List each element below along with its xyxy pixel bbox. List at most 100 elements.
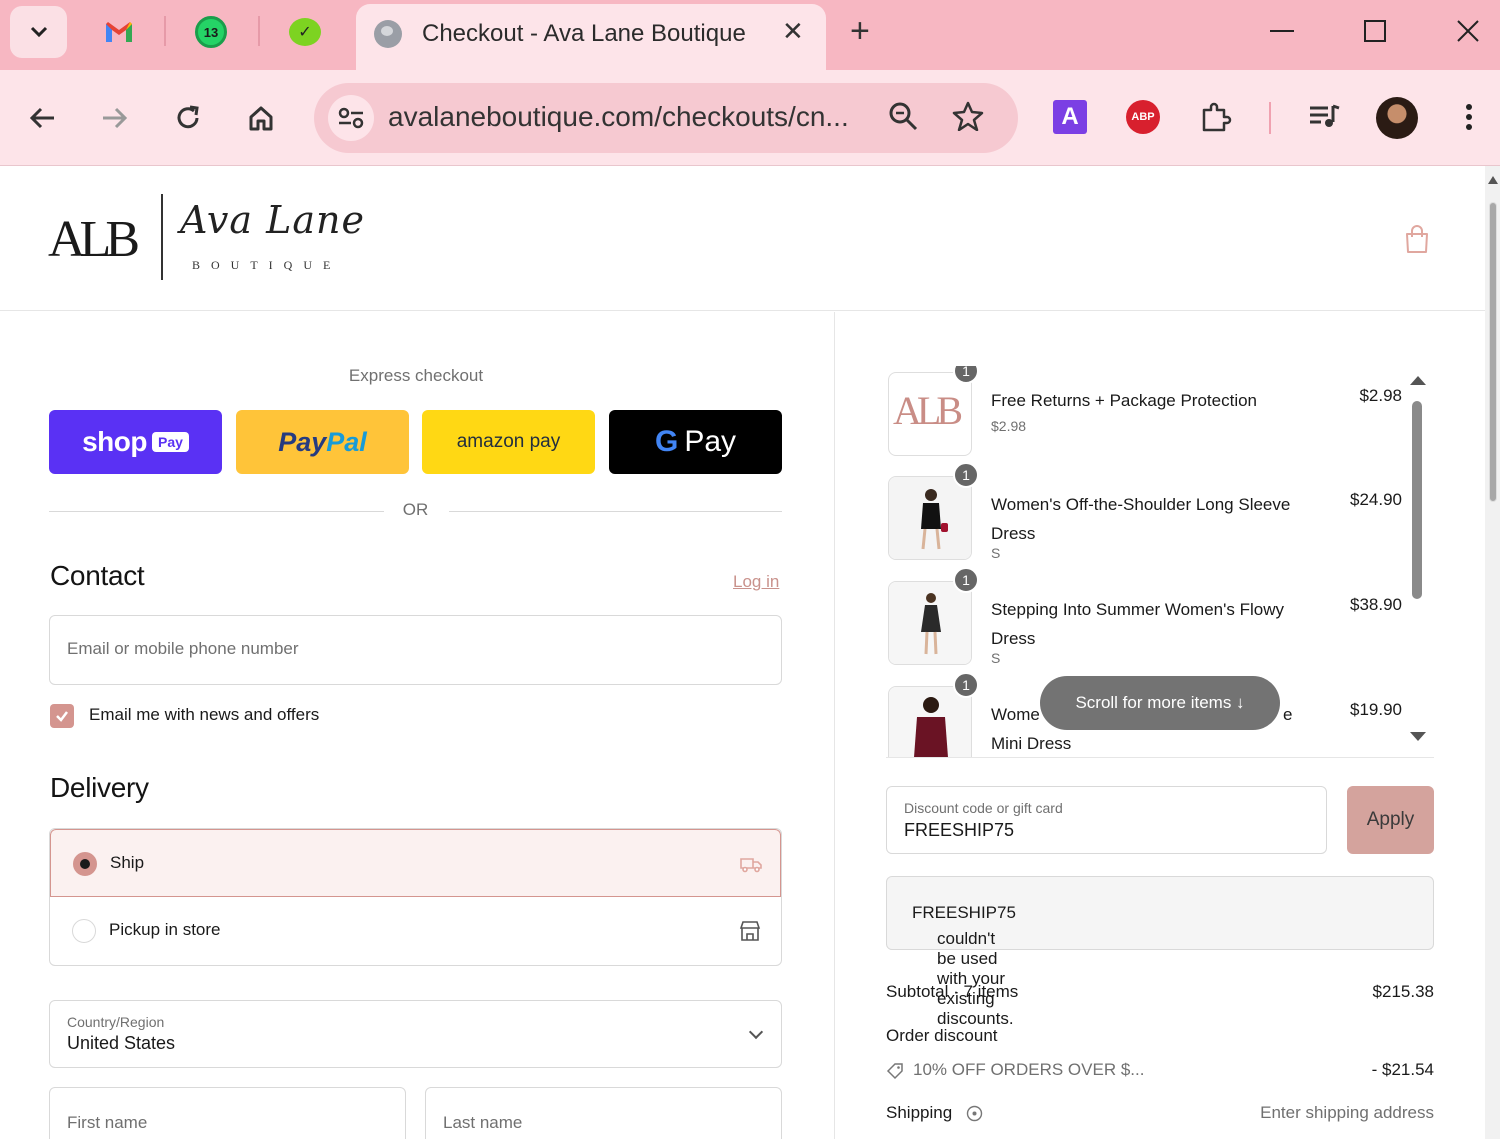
- item-price: $19.90: [1350, 700, 1402, 719]
- item-name: Women's Off-the-Shoulder Long Sleeve Dre…: [991, 495, 1291, 543]
- close-window-button[interactable]: [1443, 8, 1493, 54]
- pinned-tab-whatsapp[interactable]: 13: [188, 12, 234, 52]
- site-info-button[interactable]: [328, 95, 374, 141]
- shopping-bag-icon[interactable]: [1404, 224, 1430, 254]
- checkout-page: ALB Ava Lane BOUTIQUE Express checkout s…: [0, 166, 1485, 1139]
- scroll-more-items-button[interactable]: Scroll for more items ↓: [1040, 676, 1280, 730]
- item-variant: S: [991, 650, 1001, 666]
- extension-a-icon[interactable]: A: [1053, 100, 1087, 134]
- shop-pay-button[interactable]: shop Pay: [49, 410, 222, 474]
- paypal-pal-text: Pal: [326, 426, 367, 457]
- cart-scrollbar[interactable]: [1409, 366, 1427, 758]
- delivery-heading: Delivery: [50, 772, 149, 803]
- close-tab-icon[interactable]: ✕: [782, 16, 804, 47]
- help-icon[interactable]: [966, 1105, 983, 1122]
- extensions-puzzle-icon[interactable]: [1199, 100, 1233, 134]
- minimize-icon: [1270, 30, 1294, 32]
- amazon-pay-label: amazon pay: [456, 431, 561, 452]
- store-icon: [739, 921, 761, 941]
- item-name: Free Returns + Package Protection: [991, 391, 1257, 410]
- globe-icon: [374, 20, 402, 48]
- maximize-button[interactable]: [1350, 8, 1400, 54]
- google-pay-button[interactable]: G Pay: [609, 410, 782, 474]
- scroll-down-arrow[interactable]: [1410, 732, 1426, 741]
- first-name-placeholder: First name: [67, 1113, 148, 1132]
- tab-search-button[interactable]: [10, 6, 67, 58]
- pinned-tab-gmail[interactable]: [96, 12, 142, 52]
- amazon-pay-button[interactable]: amazon pay: [422, 410, 595, 474]
- ship-radio[interactable]: [73, 852, 97, 876]
- newsletter-checkbox[interactable]: [50, 704, 74, 728]
- country-select[interactable]: Country/Region United States: [49, 1000, 782, 1068]
- item-name-end: e: [1283, 705, 1293, 724]
- or-text: OR: [402, 500, 429, 519]
- minimize-button[interactable]: [1257, 8, 1307, 54]
- item-name-line2: Mini Dress: [991, 734, 1072, 753]
- discount-label: Discount code or gift card: [904, 800, 1063, 816]
- pickup-option[interactable]: Pickup in store: [50, 897, 781, 965]
- pickup-radio[interactable]: [72, 919, 96, 943]
- browser-menu-icon[interactable]: [1452, 100, 1486, 134]
- error-code: FREESHIP75: [912, 903, 1016, 922]
- product-thumbnail: [888, 686, 972, 757]
- item-variant: S: [991, 545, 1001, 561]
- newsletter-label: Email me with news and offers: [89, 705, 320, 724]
- dress-photo: [889, 687, 971, 757]
- profile-avatar[interactable]: [1376, 97, 1418, 139]
- discount-code-field[interactable]: Discount code or gift card FREESHIP75: [886, 786, 1327, 854]
- subtotal-value: $215.38: [1372, 982, 1434, 1001]
- scroll-up-arrow[interactable]: [1488, 176, 1498, 184]
- ship-option[interactable]: Ship: [50, 829, 781, 897]
- active-tab[interactable]: Checkout - Ava Lane Boutique ✕: [356, 4, 826, 70]
- home-button[interactable]: [239, 96, 283, 140]
- cart-scroll-thumb[interactable]: [1412, 401, 1422, 599]
- item-price: $24.90: [1350, 490, 1402, 509]
- new-tab-button[interactable]: +: [850, 12, 870, 51]
- discount-error-message: FREESHIP75 couldn't be used with your ex…: [886, 876, 1434, 1028]
- arrow-right-icon: [103, 107, 128, 129]
- subtotal-label: Subtotal · 7 items: [886, 982, 1019, 1001]
- back-button[interactable]: [20, 96, 64, 140]
- address-bar[interactable]: avalaneboutique.com/checkouts/cn...: [314, 83, 1018, 153]
- first-name-field[interactable]: First name: [49, 1087, 406, 1139]
- item-name-start: Wome: [991, 705, 1040, 724]
- shipping-value: Enter shipping address: [1260, 1103, 1434, 1122]
- toolbar-divider: [1269, 102, 1271, 134]
- cart-item: ALB 1 Free Returns + Package Protection …: [886, 366, 1434, 471]
- discount-amount: - $21.54: [1371, 1060, 1434, 1079]
- page-scrollbar[interactable]: [1485, 166, 1500, 1139]
- home-icon: [249, 106, 273, 131]
- reload-button[interactable]: [166, 96, 210, 140]
- bookmark-star-icon[interactable]: [952, 101, 984, 138]
- store-header: ALB Ava Lane BOUTIQUE: [0, 166, 1485, 311]
- column-divider: [834, 312, 835, 1139]
- item-variant: $2.98: [991, 418, 1027, 434]
- media-queue-icon[interactable]: [1307, 100, 1341, 134]
- or-divider: OR: [49, 500, 782, 520]
- zoom-icon[interactable]: [888, 101, 918, 138]
- page-scroll-thumb[interactable]: [1489, 202, 1497, 502]
- last-name-placeholder: Last name: [443, 1113, 523, 1132]
- shop-pay-badge: Pay: [151, 432, 189, 452]
- email-field[interactable]: Email or mobile phone number: [49, 615, 782, 685]
- forward-button[interactable]: [93, 96, 137, 140]
- scroll-up-arrow[interactable]: [1410, 376, 1426, 385]
- dress-photo: [889, 477, 971, 559]
- cart-item: 1 Women's Off-the-Shoulder Long Sleeve D…: [886, 462, 1434, 575]
- google-pay-label: Pay: [684, 425, 737, 458]
- logo-divider: [161, 194, 163, 280]
- maximize-icon: [1364, 20, 1386, 42]
- login-link[interactable]: Log in: [733, 572, 779, 592]
- apply-button[interactable]: Apply: [1347, 786, 1434, 854]
- adblock-plus-icon[interactable]: ABP: [1126, 100, 1160, 134]
- tag-icon: [886, 1063, 903, 1080]
- pinned-tab-app[interactable]: ✓: [282, 12, 328, 52]
- tab-separator: [258, 16, 260, 46]
- quantity-badge: 1: [953, 462, 979, 488]
- cart-item: 1 Stepping Into Summer Women's Flowy Dre…: [886, 567, 1434, 680]
- url-text[interactable]: avalaneboutique.com/checkouts/cn...: [388, 101, 849, 133]
- last-name-field[interactable]: Last name: [425, 1087, 782, 1139]
- paypal-button[interactable]: Pay Pal: [236, 410, 409, 474]
- truck-icon: [740, 858, 762, 873]
- whatsapp-icon: 13: [195, 16, 227, 48]
